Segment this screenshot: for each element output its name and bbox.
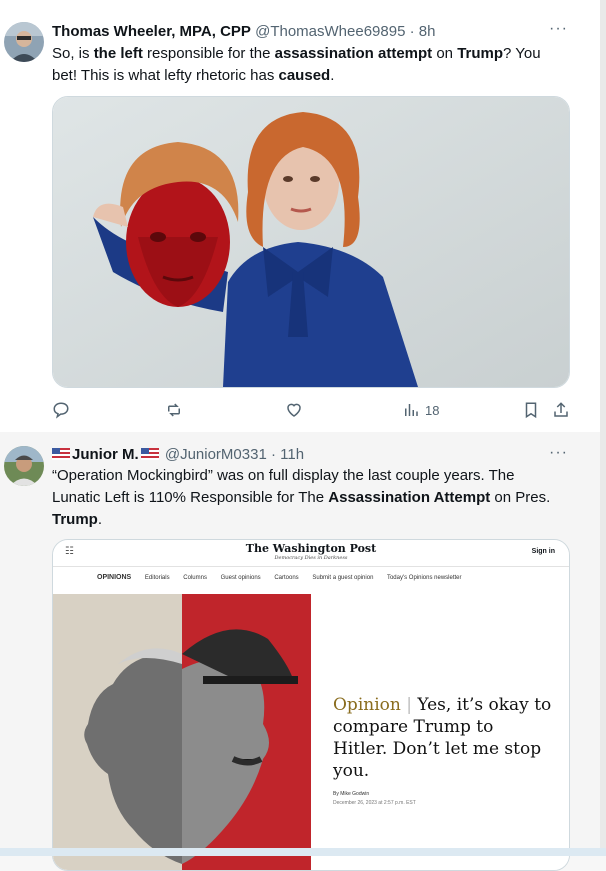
wapo-tagline: Democracy Dies in Darkness bbox=[274, 555, 348, 561]
wapo-headline: Opinion | Yes, it’s okay to compare Trum… bbox=[333, 695, 552, 781]
timestamp[interactable]: · 8h bbox=[410, 23, 436, 40]
views-count: 18 bbox=[425, 402, 440, 418]
author-name[interactable]: Thomas Wheeler, MPA, CPP bbox=[52, 23, 251, 40]
tweet-image-wapo-screenshot[interactable]: ☷ The Washington Post Democracy Dies in … bbox=[52, 539, 570, 871]
us-flag-icon bbox=[140, 447, 159, 460]
reply-icon[interactable] bbox=[52, 398, 70, 422]
retweet-icon[interactable] bbox=[164, 398, 184, 422]
wapo-dateline: December 26, 2023 at 2:57 p.m. EST bbox=[333, 800, 416, 806]
tweet-photo[interactable] bbox=[52, 96, 570, 388]
signin-link: Sign in bbox=[531, 548, 555, 555]
tweet-2: Junior M. @JuniorM0331 · 11h ··· “Operat… bbox=[0, 432, 606, 871]
share-icon[interactable] bbox=[552, 398, 570, 422]
tweet-header: Thomas Wheeler, MPA, CPP @ThomasWhee6989… bbox=[52, 23, 435, 41]
author-handle[interactable]: @ThomasWhee69895 bbox=[255, 23, 405, 40]
tweet-actions: 18 bbox=[52, 398, 572, 422]
tweet-text: So, is the left responsible for the assa… bbox=[52, 45, 541, 84]
bookmark-icon[interactable] bbox=[522, 398, 540, 422]
more-options-icon[interactable]: ··· bbox=[549, 20, 568, 38]
scrollbar-track[interactable] bbox=[600, 0, 606, 856]
avatar[interactable] bbox=[4, 22, 44, 62]
tweet-header: Junior M. @JuniorM0331 · 11h bbox=[52, 446, 304, 464]
wapo-nav: OPINIONS Editorials Columns Guest opinio… bbox=[97, 574, 462, 581]
tweet-text: “Operation Mockingbird” was on full disp… bbox=[52, 467, 551, 528]
timestamp[interactable]: · 11h bbox=[271, 446, 304, 463]
bottom-bar bbox=[0, 848, 606, 856]
wapo-byline: By Mike Godwin bbox=[333, 791, 370, 797]
views-stat[interactable]: 18 bbox=[402, 398, 439, 422]
author-name[interactable]: Junior M. bbox=[72, 446, 139, 463]
us-flag-icon bbox=[52, 447, 70, 460]
wapo-illustration bbox=[53, 594, 311, 870]
wapo-title: The Washington Post bbox=[245, 542, 377, 555]
like-icon[interactable] bbox=[285, 398, 303, 422]
views-icon bbox=[405, 404, 418, 416]
more-options-icon[interactable]: ··· bbox=[549, 444, 568, 462]
tweet-1: Thomas Wheeler, MPA, CPP @ThomasWhee6989… bbox=[0, 0, 606, 432]
avatar[interactable] bbox=[4, 446, 44, 486]
author-handle[interactable]: @JuniorM0331 bbox=[165, 446, 267, 463]
